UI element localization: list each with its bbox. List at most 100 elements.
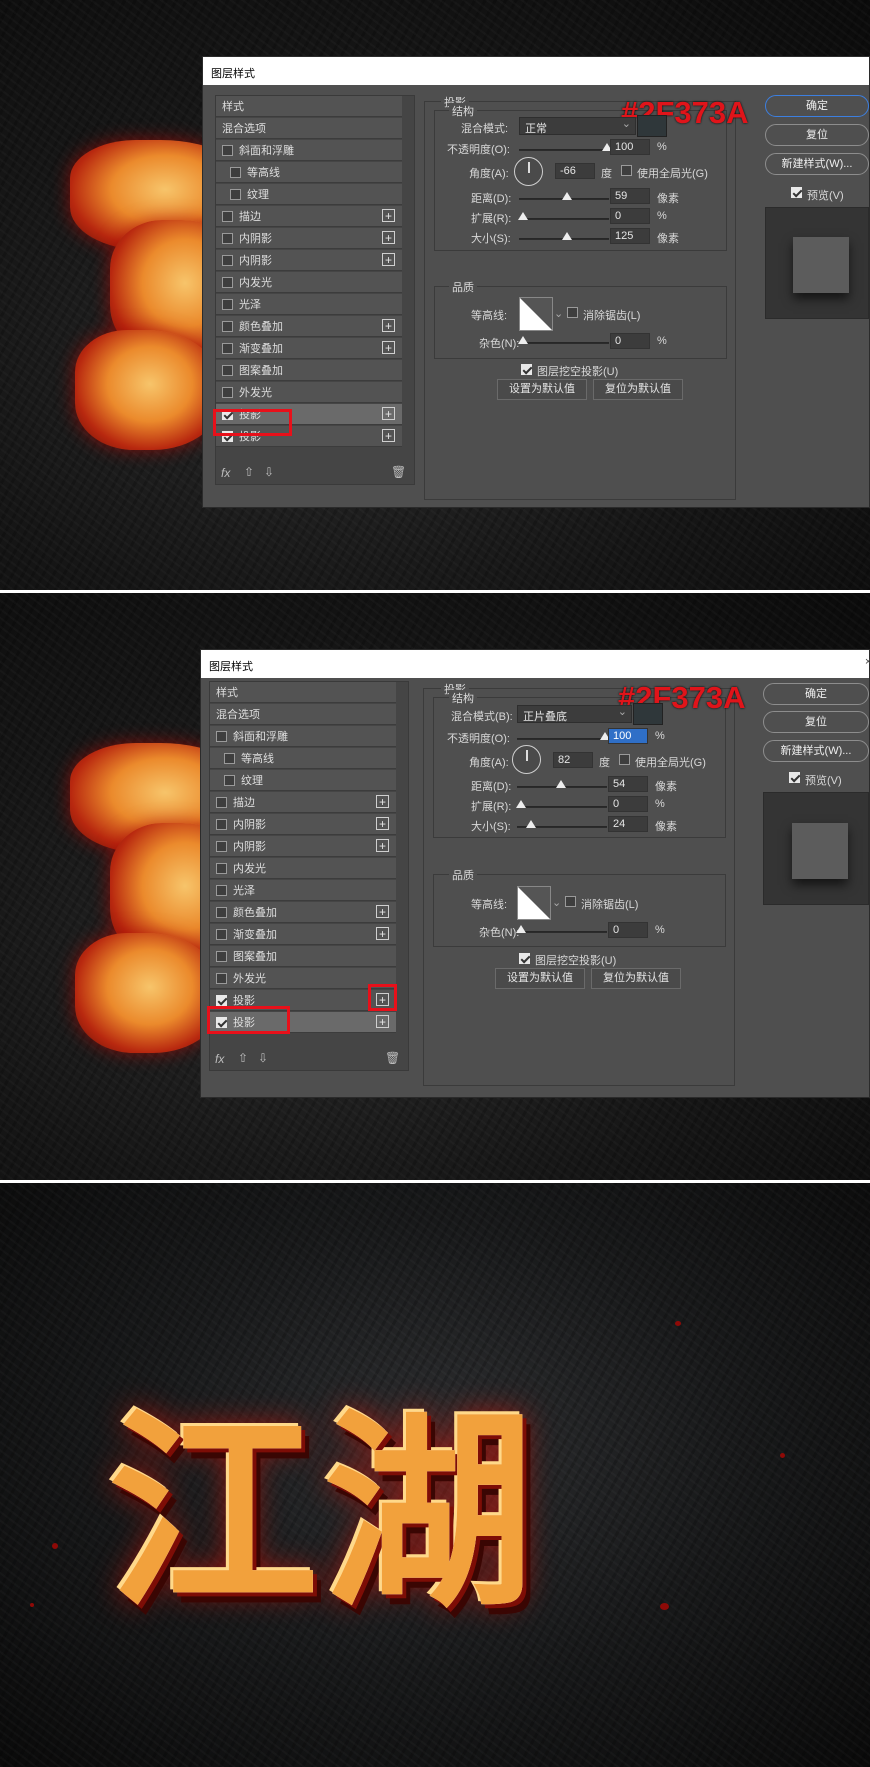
checkbox[interactable] [222, 320, 233, 332]
list-item-pattern-overlay[interactable]: 图案叠加 [210, 946, 396, 967]
noise-field[interactable]: 0 [610, 333, 650, 349]
distance-field[interactable]: 54 [608, 776, 648, 792]
checkbox[interactable] [224, 774, 235, 786]
reset-button[interactable]: 复位 [765, 124, 869, 146]
checkbox[interactable] [216, 862, 227, 874]
checkbox[interactable] [230, 166, 241, 178]
checkbox[interactable] [222, 210, 233, 222]
list-item-satin[interactable]: 光泽 [210, 880, 396, 901]
set-default-button[interactable]: 设置为默认值 [497, 379, 587, 400]
knockout-checkbox[interactable] [521, 364, 532, 375]
distance-field[interactable]: 59 [610, 188, 650, 204]
list-item-outer-glow[interactable]: 外发光 [216, 382, 402, 403]
shadow-color-swatch[interactable] [637, 115, 667, 137]
antialias-checkbox[interactable] [567, 307, 578, 318]
ok-button[interactable]: 确定 [765, 95, 869, 117]
slider-knob[interactable] [518, 212, 528, 220]
add-plus-icon[interactable]: + [382, 429, 395, 442]
move-down-icon[interactable]: ⇩ [264, 465, 274, 479]
chevron-down-icon[interactable]: ⌄ [554, 307, 563, 320]
noise-slider[interactable] [518, 336, 609, 344]
add-plus-icon[interactable]: + [376, 795, 389, 808]
list-item-blend-options[interactable]: 混合选项 [210, 704, 396, 725]
angle-dial[interactable] [514, 157, 543, 186]
checkbox[interactable] [216, 884, 227, 896]
list-item-inner-shadow[interactable]: 内阴影 + [216, 250, 402, 271]
slider-knob[interactable] [556, 780, 566, 788]
add-plus-icon[interactable]: + [382, 319, 395, 332]
checkbox[interactable] [222, 144, 233, 156]
trash-icon[interactable]: 🗑 [385, 1051, 400, 1065]
add-plus-icon[interactable]: + [382, 231, 395, 244]
checkbox[interactable] [216, 928, 227, 940]
blend-mode-select[interactable]: 正常 [519, 117, 636, 135]
move-up-icon[interactable]: ⇧ [244, 465, 254, 479]
move-down-icon[interactable]: ⇩ [258, 1051, 268, 1065]
fx-icon[interactable]: fx [215, 1052, 224, 1066]
add-plus-icon[interactable]: + [376, 817, 389, 830]
angle-field[interactable]: 82 [553, 752, 593, 768]
opacity-slider[interactable] [517, 732, 610, 740]
knockout-checkbox[interactable] [519, 953, 530, 964]
list-item-gradient-overlay[interactable]: 渐变叠加 + [216, 338, 402, 359]
size-field[interactable]: 125 [610, 228, 650, 244]
spread-field[interactable]: 0 [610, 208, 650, 224]
set-default-button[interactable]: 设置为默认值 [495, 968, 585, 989]
size-field[interactable]: 24 [608, 816, 648, 832]
add-plus-icon[interactable]: + [382, 341, 395, 354]
slider-knob[interactable] [518, 336, 528, 344]
angle-dial[interactable] [512, 745, 541, 774]
spread-slider[interactable] [518, 212, 609, 220]
global-light-checkbox[interactable] [621, 165, 632, 176]
checkbox[interactable] [222, 232, 233, 244]
list-item-inner-shadow[interactable]: 内阴影 + [210, 814, 396, 835]
new-style-button[interactable]: 新建样式(W)... [763, 740, 869, 762]
checkbox[interactable] [216, 972, 227, 984]
checkbox[interactable] [216, 818, 227, 830]
preview-checkbox[interactable] [791, 187, 802, 198]
add-plus-icon[interactable]: + [382, 407, 395, 420]
antialias-checkbox[interactable] [565, 896, 576, 907]
add-plus-icon[interactable]: + [376, 839, 389, 852]
contour-picker[interactable] [517, 886, 551, 920]
list-item-gradient-overlay[interactable]: 渐变叠加 + [210, 924, 396, 945]
size-slider[interactable] [519, 232, 609, 240]
list-item-contour[interactable]: 等高线 [216, 162, 402, 183]
noise-slider[interactable] [516, 925, 607, 933]
add-plus-icon[interactable]: + [376, 905, 389, 918]
list-item-color-overlay[interactable]: 颜色叠加 + [216, 316, 402, 337]
spread-field[interactable]: 0 [608, 796, 648, 812]
size-slider[interactable] [517, 820, 607, 828]
list-item-bevel[interactable]: 斜面和浮雕 [210, 726, 396, 747]
add-plus-icon[interactable]: + [376, 1015, 389, 1028]
chevron-down-icon[interactable]: ⌄ [552, 896, 561, 909]
checkbox[interactable] [222, 254, 233, 266]
trash-icon[interactable]: 🗑 [391, 465, 406, 479]
list-item-inner-glow[interactable]: 内发光 [216, 272, 402, 293]
contour-picker[interactable] [519, 297, 553, 331]
opacity-field[interactable]: 100 [610, 139, 650, 155]
checkbox[interactable] [224, 752, 235, 764]
reset-default-button[interactable]: 复位为默认值 [591, 968, 681, 989]
list-item-texture[interactable]: 纹理 [210, 770, 396, 791]
global-light-checkbox[interactable] [619, 754, 630, 765]
checkbox[interactable] [222, 386, 233, 398]
checkbox[interactable] [230, 188, 241, 200]
noise-field[interactable]: 0 [608, 922, 648, 938]
new-style-button[interactable]: 新建样式(W)... [765, 153, 869, 175]
slider-knob[interactable] [516, 800, 526, 808]
ok-button[interactable]: 确定 [763, 683, 869, 705]
list-item-bevel[interactable]: 斜面和浮雕 [216, 140, 402, 161]
blend-mode-select[interactable]: 正片叠底 [517, 705, 632, 723]
list-item-stroke[interactable]: 描边 + [210, 792, 396, 813]
list-item-texture[interactable]: 纹理 [216, 184, 402, 205]
checkbox[interactable] [222, 364, 233, 376]
spread-slider[interactable] [516, 800, 607, 808]
list-item-color-overlay[interactable]: 颜色叠加 + [210, 902, 396, 923]
list-item-inner-shadow[interactable]: 内阴影 + [210, 836, 396, 857]
list-item-satin[interactable]: 光泽 [216, 294, 402, 315]
reset-default-button[interactable]: 复位为默认值 [593, 379, 683, 400]
opacity-slider[interactable] [519, 143, 612, 151]
checkbox[interactable] [216, 730, 227, 742]
shadow-color-swatch[interactable] [633, 703, 663, 725]
